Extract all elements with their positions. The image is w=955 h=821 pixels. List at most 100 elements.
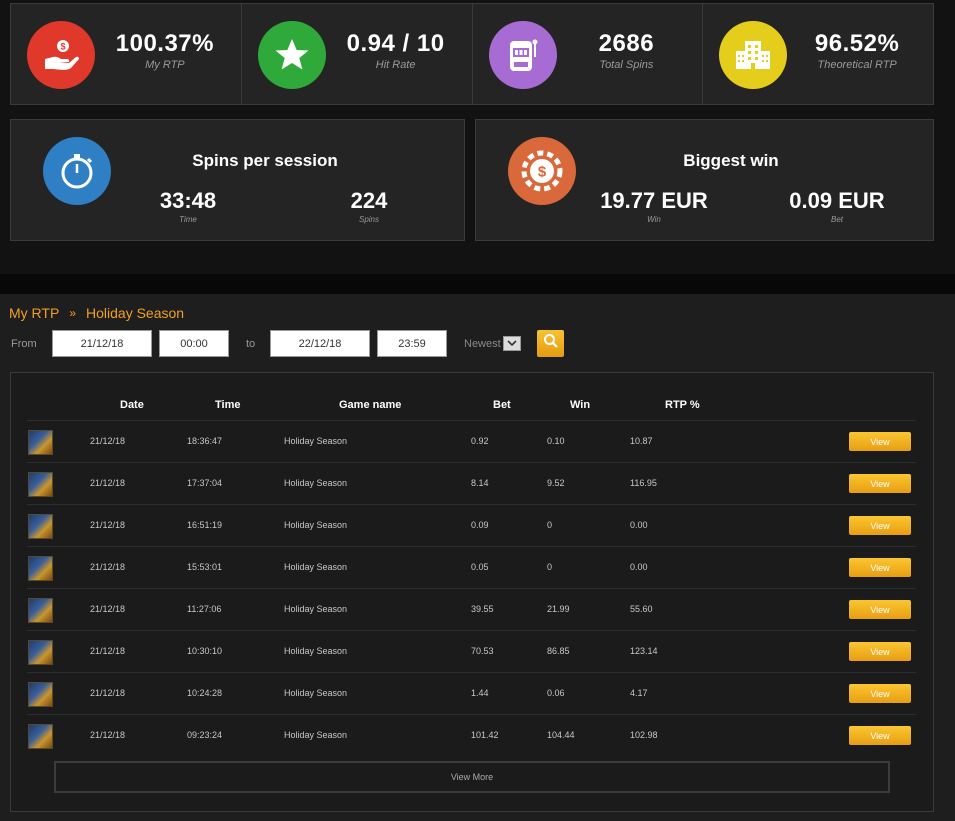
game-thumbnail[interactable] bbox=[28, 598, 53, 623]
stat-theoretical-rtp: 96.52% Theoretical RTP bbox=[703, 4, 933, 104]
biggest-win-bet-value: 0.09 EUR bbox=[789, 188, 885, 213]
section-divider bbox=[0, 274, 955, 294]
table-row: 21/12/18 11:27:06 Holiday Season 39.55 2… bbox=[27, 588, 916, 630]
biggest-win-bet-label: Bet bbox=[830, 215, 843, 224]
row-rtp: 0.00 bbox=[630, 562, 648, 572]
view-button[interactable]: View bbox=[849, 684, 911, 703]
star-icon bbox=[257, 21, 326, 89]
row-bet: 8.14 bbox=[471, 478, 489, 488]
row-time: 10:24:28 bbox=[187, 688, 223, 698]
svg-text:$: $ bbox=[538, 164, 547, 181]
row-game: Holiday Season bbox=[284, 436, 348, 446]
sort-select[interactable]: Newest bbox=[464, 336, 521, 351]
sessions-table: Date Time Game name Bet Win RTP % 21/12/… bbox=[10, 372, 934, 812]
session-time-value: 33:48 bbox=[159, 188, 217, 213]
row-win: 0.06 bbox=[547, 688, 565, 698]
row-date: 21/12/18 bbox=[90, 436, 126, 446]
chevron-down-icon bbox=[502, 336, 521, 351]
view-button[interactable]: View bbox=[849, 642, 911, 661]
game-thumbnail[interactable] bbox=[28, 682, 53, 707]
from-time-input[interactable] bbox=[159, 330, 229, 357]
header-game-name: Game name bbox=[339, 399, 402, 411]
row-bet: 1.44 bbox=[471, 688, 489, 698]
row-date: 21/12/18 bbox=[90, 730, 126, 740]
spins-per-session-title: Spins per session bbox=[192, 151, 338, 170]
table-row: 21/12/18 15:53:01 Holiday Season 0.05 0 … bbox=[27, 546, 916, 588]
row-rtp: 55.60 bbox=[630, 604, 653, 614]
table-row: 21/12/18 16:51:19 Holiday Season 0.09 0 … bbox=[27, 504, 916, 546]
svg-text:$: $ bbox=[60, 42, 65, 52]
row-game: Holiday Season bbox=[284, 646, 348, 656]
row-rtp: 0.00 bbox=[630, 520, 648, 530]
row-bet: 0.09 bbox=[471, 520, 489, 530]
row-time: 10:30:10 bbox=[187, 646, 223, 656]
row-rtp: 123.14 bbox=[630, 646, 658, 656]
row-bet: 0.05 bbox=[471, 562, 489, 572]
total-spins-value: 2686 bbox=[598, 30, 655, 57]
game-thumbnail[interactable] bbox=[28, 724, 53, 749]
table-row: 21/12/18 10:30:10 Holiday Season 70.53 8… bbox=[27, 630, 916, 672]
biggest-win-value: 19.77 EUR bbox=[600, 188, 708, 213]
row-rtp: 102.98 bbox=[630, 730, 658, 740]
breadcrumb-current: Holiday Season bbox=[86, 305, 185, 321]
to-date-input[interactable] bbox=[270, 330, 370, 357]
header-win: Win bbox=[570, 399, 591, 411]
view-button[interactable]: View bbox=[849, 600, 911, 619]
game-thumbnail[interactable] bbox=[28, 514, 53, 539]
table-row: 21/12/18 17:37:04 Holiday Season 8.14 9.… bbox=[27, 462, 916, 504]
row-date: 21/12/18 bbox=[90, 604, 126, 614]
my-rtp-value: 100.37% bbox=[115, 30, 214, 57]
search-button[interactable] bbox=[537, 330, 564, 357]
row-date: 21/12/18 bbox=[90, 688, 126, 698]
stats-bar: $ 100.37% My RTP 0.94 / 10 Hit Rate 2686… bbox=[10, 3, 934, 105]
biggest-win-title: Biggest win bbox=[683, 151, 779, 170]
biggest-win-panel: $ Biggest win 19.77 EUR Win 0.09 EUR Bet bbox=[475, 119, 934, 241]
from-label: From bbox=[11, 338, 37, 350]
breadcrumb: My RTP » Holiday Season bbox=[9, 305, 184, 321]
to-label: to bbox=[246, 338, 256, 350]
header-bet: Bet bbox=[493, 399, 511, 411]
row-time: 16:51:19 bbox=[187, 520, 223, 530]
row-game: Holiday Season bbox=[284, 478, 348, 488]
session-spins-value: 224 bbox=[350, 188, 388, 213]
row-win: 0.10 bbox=[547, 436, 565, 446]
game-thumbnail[interactable] bbox=[28, 556, 53, 581]
breadcrumb-my-rtp[interactable]: My RTP bbox=[9, 305, 59, 321]
row-game: Holiday Season bbox=[284, 730, 348, 740]
casino-chip-icon: $ bbox=[508, 137, 576, 205]
row-win: 0 bbox=[547, 562, 553, 572]
stat-hit-rate: 0.94 / 10 Hit Rate bbox=[242, 4, 473, 104]
row-time: 11:27:06 bbox=[187, 604, 222, 614]
row-game: Holiday Season bbox=[284, 562, 348, 572]
header-rtp: RTP % bbox=[665, 399, 700, 411]
game-thumbnail[interactable] bbox=[28, 430, 53, 455]
row-date: 21/12/18 bbox=[90, 520, 126, 530]
to-time-input[interactable] bbox=[377, 330, 447, 357]
row-game: Holiday Season bbox=[284, 604, 348, 614]
row-game: Holiday Season bbox=[284, 520, 348, 530]
row-time: 18:36:47 bbox=[187, 436, 223, 446]
row-win: 21.99 bbox=[547, 604, 570, 614]
from-date-input[interactable] bbox=[52, 330, 152, 357]
view-button[interactable]: View bbox=[849, 516, 911, 535]
header-date: Date bbox=[120, 399, 144, 411]
table-row: 21/12/18 18:36:47 Holiday Season 0.92 0.… bbox=[27, 420, 916, 462]
row-time: 17:37:04 bbox=[187, 478, 223, 488]
game-thumbnail[interactable] bbox=[28, 640, 53, 665]
table-row: 21/12/18 10:24:28 Holiday Season 1.44 0.… bbox=[27, 672, 916, 714]
view-button[interactable]: View bbox=[849, 726, 911, 745]
table-row: 21/12/18 09:23:24 Holiday Season 101.42 … bbox=[27, 714, 916, 756]
view-button[interactable]: View bbox=[849, 474, 911, 493]
row-date: 21/12/18 bbox=[90, 562, 126, 572]
stopwatch-icon bbox=[43, 137, 111, 205]
sort-select-value: Newest bbox=[464, 337, 501, 350]
filter-bar: From to Newest bbox=[0, 330, 955, 357]
row-win: 86.85 bbox=[547, 646, 570, 656]
view-button[interactable]: View bbox=[849, 558, 911, 577]
view-button[interactable]: View bbox=[849, 432, 911, 451]
view-more-button[interactable]: View More bbox=[54, 761, 890, 793]
game-thumbnail[interactable] bbox=[28, 472, 53, 497]
session-time-label: Time bbox=[179, 215, 197, 224]
row-date: 21/12/18 bbox=[90, 478, 126, 488]
hit-rate-label: Hit Rate bbox=[375, 59, 416, 71]
